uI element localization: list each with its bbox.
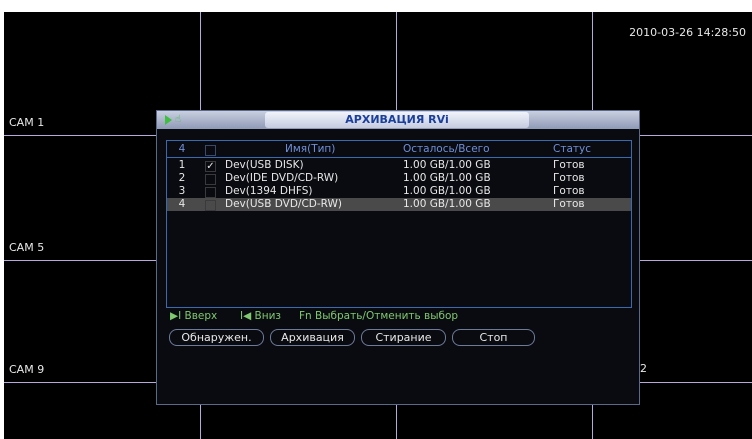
row-status: Готов	[553, 159, 585, 171]
table-row[interactable]: 1 ✓ Dev(USB DISK) 1.00 GB/1.00 GB Готов	[167, 159, 631, 172]
play-icon	[165, 115, 172, 125]
table-row[interactable]: 3 Dev(1394 DHFS) 1.00 GB/1.00 GB Готов	[167, 185, 631, 198]
row-checkbox[interactable]	[205, 187, 216, 198]
row-status: Готов	[553, 198, 585, 210]
row-number: 3	[178, 185, 186, 197]
row-space: 1.00 GB/1.00 GB	[403, 159, 491, 171]
detect-button[interactable]: Обнаружен.	[169, 329, 264, 346]
header-count: 4	[178, 143, 186, 155]
row-name: Dev(USB DISK)	[225, 159, 304, 171]
row-checkbox[interactable]	[205, 200, 216, 211]
hint-down: I◀ Вниз	[240, 310, 281, 322]
row-number: 1	[178, 159, 186, 171]
erase-button[interactable]: Стирание	[361, 329, 446, 346]
archive-button[interactable]: Архивация	[270, 329, 355, 346]
device-table: 4 Имя(Тип) Осталось/Всего Статус 1 ✓ Dev…	[166, 140, 632, 308]
cam-label-9: CAM 9	[9, 363, 45, 376]
table-row[interactable]: 2 Dev(IDE DVD/CD-RW) 1.00 GB/1.00 GB Гот…	[167, 172, 631, 185]
row-name: Dev(IDE DVD/CD-RW)	[225, 172, 339, 184]
table-row-selected[interactable]: 4 Dev(USB DVD/CD-RW) 1.00 GB/1.00 GB Гот…	[167, 198, 631, 211]
select-all-checkbox[interactable]	[205, 145, 216, 156]
row-status: Готов	[553, 185, 585, 197]
row-number: 4	[178, 198, 186, 210]
dvr-screen: 2010-03-26 14:28:50 CAM 1 CAM 5 CAM 9 2 …	[4, 12, 752, 439]
row-space: 1.00 GB/1.00 GB	[403, 185, 491, 197]
header-divider	[167, 157, 631, 158]
row-status: Готов	[553, 172, 585, 184]
row-name: Dev(USB DVD/CD-RW)	[225, 198, 343, 210]
hint-select: Fn Выбрать/Отменить выбор	[299, 310, 459, 322]
dialog-titlebar: ☝ АРХИВАЦИЯ RVi	[157, 111, 639, 129]
row-number: 2	[178, 172, 186, 184]
dialog-title: АРХИВАЦИЯ RVi	[345, 113, 449, 126]
stop-button[interactable]: Стоп	[452, 329, 535, 346]
row-checkbox[interactable]: ✓	[205, 161, 216, 172]
row-space: 1.00 GB/1.00 GB	[403, 172, 491, 184]
row-space: 1.00 GB/1.00 GB	[403, 198, 491, 210]
hint-up: ▶I Вверх	[170, 310, 218, 322]
cam-label-1: CAM 1	[9, 116, 45, 129]
dialog-title-box: АРХИВАЦИЯ RVi	[265, 112, 529, 128]
cam-label-5: CAM 5	[9, 241, 45, 254]
backup-dialog: ☝ АРХИВАЦИЯ RVi 4 Имя(Тип) Осталось/Всег…	[156, 110, 640, 405]
header-status: Статус	[553, 143, 591, 155]
header-name: Имя(Тип)	[285, 143, 336, 155]
header-space: Осталось/Всего	[403, 143, 490, 155]
row-name: Dev(1394 DHFS)	[225, 185, 313, 197]
row-checkbox[interactable]	[205, 174, 216, 185]
timestamp: 2010-03-26 14:28:50	[629, 26, 746, 39]
cam-label-partial: 2	[640, 362, 647, 375]
hand-icon: ☝	[175, 114, 182, 125]
